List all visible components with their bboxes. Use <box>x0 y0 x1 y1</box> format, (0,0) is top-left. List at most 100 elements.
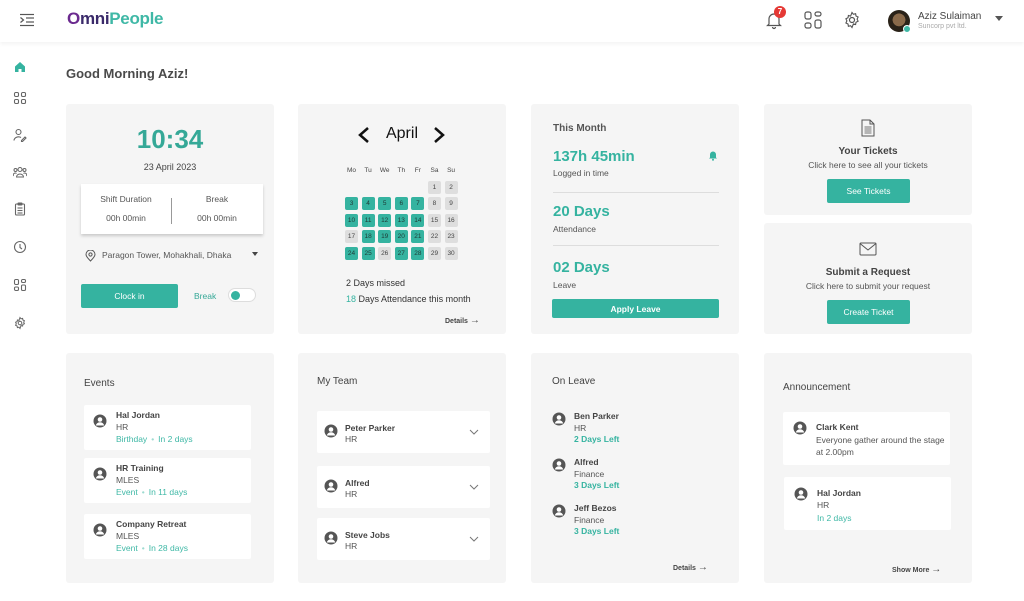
break-duration: Break 00h 00min <box>172 194 262 223</box>
announcement-item[interactable]: Clark Kent Everyone gather around the st… <box>783 412 950 465</box>
show-more-link[interactable]: Show More → <box>892 564 941 575</box>
separator-dot: • <box>151 434 155 444</box>
calendar-blank <box>378 181 391 194</box>
event-name: Company Retreat <box>116 519 187 529</box>
team-title: My Team <box>317 376 358 387</box>
chevron-down-icon[interactable] <box>469 536 479 542</box>
request-subtitle: Click here to submit your request <box>805 281 931 291</box>
calendar-day[interactable]: 14 <box>411 213 425 227</box>
calendar-day[interactable]: 25 <box>361 246 375 260</box>
on-leave-title: On Leave <box>552 376 596 387</box>
location-dropdown-icon[interactable] <box>252 252 258 256</box>
leave-person-name: Jeff Bezos <box>574 503 617 513</box>
shift-duration-value: 00h 00min <box>106 213 146 223</box>
calendar-day[interactable]: 7 <box>411 197 425 211</box>
event-type: Event <box>116 487 138 497</box>
calendar-details-link[interactable]: Details → <box>445 315 480 326</box>
team-member[interactable]: Steve Jobs HR <box>317 518 490 560</box>
clipboard-icon[interactable] <box>13 202 27 216</box>
home-icon[interactable] <box>13 60 27 74</box>
apps-grid-icon[interactable] <box>803 10 823 30</box>
calendar-day[interactable]: 20 <box>394 230 408 244</box>
team-member[interactable]: Peter Parker HR <box>317 411 490 453</box>
see-tickets-button[interactable]: See Tickets <box>827 179 910 203</box>
calendar-day[interactable]: 9 <box>444 197 458 211</box>
current-time: 10:34 <box>136 124 204 154</box>
break-duration-label: Break <box>205 194 229 204</box>
clock-in-button[interactable]: Clock in <box>81 284 178 308</box>
calendar-day[interactable]: 30 <box>444 246 458 260</box>
calendar-day[interactable]: 29 <box>427 246 441 260</box>
next-month-icon[interactable] <box>433 127 445 143</box>
event-item[interactable]: Hal Jordan HR Birthday • In 2 days <box>84 405 251 450</box>
divider <box>553 192 719 193</box>
settings-icon[interactable] <box>13 316 27 330</box>
this-month-title: This Month <box>553 123 607 134</box>
dashboard-grid-icon[interactable] <box>13 91 27 105</box>
envelope-icon <box>859 242 877 256</box>
event-item[interactable]: HR Training MLES Event • In 11 days <box>84 458 251 503</box>
calendar-day[interactable]: 1 <box>427 180 441 194</box>
calendar-day[interactable]: 26 <box>378 246 392 260</box>
weekday-header: Su <box>447 167 456 174</box>
calendar-day[interactable]: 5 <box>378 197 392 211</box>
calendar-day[interactable]: 8 <box>427 197 441 211</box>
user-menu-caret-icon[interactable] <box>995 16 1003 21</box>
chevron-down-icon[interactable] <box>469 484 479 490</box>
calendar-day[interactable]: 6 <box>394 197 408 211</box>
user-name[interactable]: Aziz Sulaiman <box>918 11 981 22</box>
member-dept: HR <box>345 541 358 551</box>
announcement-item[interactable]: Hal Jordan HR In 2 days <box>784 477 951 530</box>
calendar-day[interactable]: 11 <box>361 213 375 227</box>
person-icon <box>324 424 338 438</box>
calendar-day[interactable]: 17 <box>345 230 358 244</box>
calendar-day[interactable]: 13 <box>394 213 408 227</box>
apps-grid-icon[interactable] <box>13 278 27 292</box>
calendar-day[interactable]: 28 <box>411 246 425 260</box>
my-team-card: My Team Peter Parker HR Alfred HR Steve … <box>298 353 506 583</box>
create-ticket-button[interactable]: Create Ticket <box>827 300 910 324</box>
weekday-header: Mo <box>346 167 357 174</box>
leave-person-dept: Finance <box>574 515 605 525</box>
announcement-title: Announcement <box>783 382 851 393</box>
calendar-day[interactable]: 10 <box>345 213 358 227</box>
calendar-day[interactable]: 22 <box>427 230 441 244</box>
calendar-day[interactable]: 2 <box>444 180 458 194</box>
calendar-day[interactable]: 12 <box>378 213 392 227</box>
app-logo[interactable]: OmniPeople <box>67 9 164 29</box>
menu-toggle-icon[interactable] <box>19 13 35 27</box>
details-label: Details <box>673 565 696 572</box>
calendar-day[interactable]: 3 <box>345 197 358 211</box>
separator-dot: • <box>141 487 145 497</box>
attendance-text: Days Attendance this month <box>356 294 471 304</box>
break-toggle[interactable] <box>228 288 256 302</box>
bell-icon[interactable] <box>707 149 719 161</box>
calendar-day[interactable]: 15 <box>427 213 441 227</box>
calendar-day[interactable]: 21 <box>411 230 425 244</box>
calendar-day[interactable]: 16 <box>444 213 458 227</box>
event-item[interactable]: Company Retreat MLES Event • In 28 days <box>84 514 251 559</box>
request-card: Submit a Request Click here to submit yo… <box>764 223 972 334</box>
user-edit-icon[interactable] <box>13 128 27 142</box>
location-pin-icon <box>85 250 96 262</box>
team-member[interactable]: Alfred HR <box>317 466 490 508</box>
on-leave-details-link[interactable]: Details → <box>673 562 708 573</box>
clock-icon[interactable] <box>13 240 27 254</box>
calendar-day[interactable]: 19 <box>378 230 392 244</box>
calendar-day[interactable]: 23 <box>444 230 458 244</box>
arrow-right-icon: → <box>931 564 942 575</box>
gear-icon[interactable] <box>842 10 862 30</box>
attendance-calendar-card: April Mo Tu We Th Fr Sa Su 1 2 3 4 5 6 7 8 9 10 11 12 13 14 1… <box>298 104 506 334</box>
calendar-day[interactable]: 4 <box>361 197 375 211</box>
divider <box>553 245 719 246</box>
attendance-summary: 18 Days Attendance this month <box>346 293 486 305</box>
calendar-day[interactable]: 18 <box>361 230 375 244</box>
calendar-blank <box>345 181 358 194</box>
chevron-down-icon[interactable] <box>469 429 479 435</box>
apply-leave-button[interactable]: Apply Leave <box>552 299 719 318</box>
calendar-day[interactable]: 27 <box>394 246 408 260</box>
team-icon[interactable] <box>13 165 27 179</box>
calendar-day[interactable]: 24 <box>345 246 358 260</box>
shift-summary: Shift Duration 00h 00min Break 00h 00min <box>81 184 263 234</box>
weekday-header: Fr <box>414 167 421 174</box>
